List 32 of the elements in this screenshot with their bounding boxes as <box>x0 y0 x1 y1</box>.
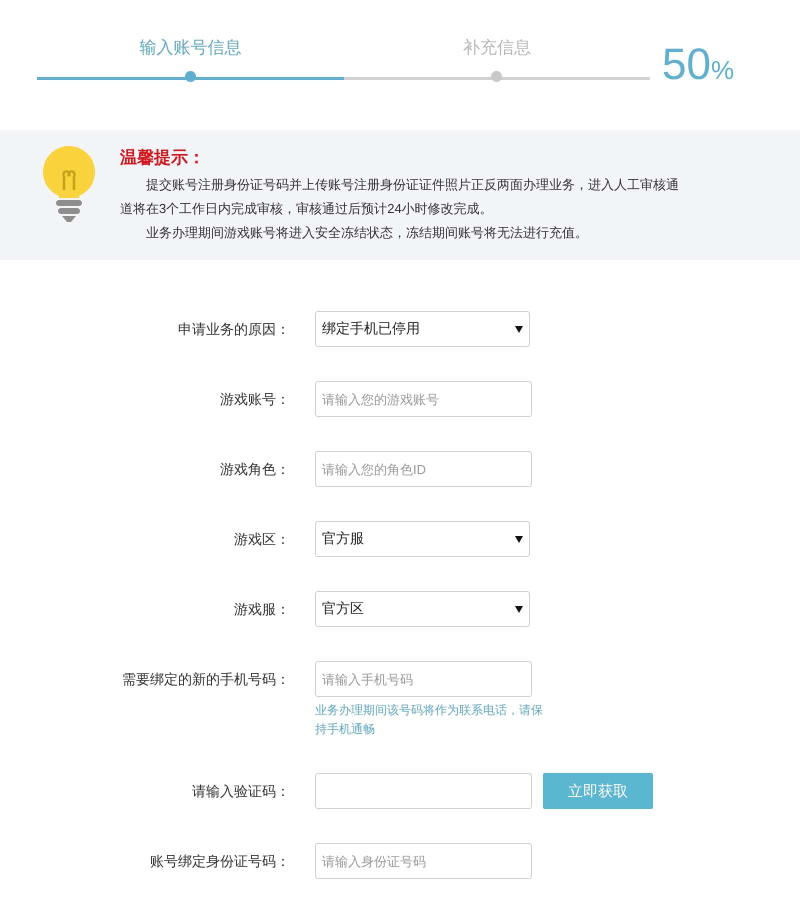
field-label: 申请业务的原因： <box>177 320 290 339</box>
step-label: 输入账号信息 <box>139 37 242 59</box>
dropdown-value: 官方区 <box>322 600 364 618</box>
dropdown-value: 绑定手机已停用 <box>322 320 420 338</box>
field-label: 账号绑定身份证号码： <box>149 852 290 871</box>
input-field[interactable]: 请输入身份证号码 <box>315 843 532 879</box>
field-label: 需要绑定的新的手机号码： <box>121 670 290 689</box>
field-hint: 业务办理期间该号码将作为联系电话，请保持手机通畅 <box>315 702 544 738</box>
input-field[interactable]: 请输入手机号码 <box>315 661 532 697</box>
field-label: 游戏账号： <box>219 390 290 409</box>
notice-paragraph: 提交账号注册身份证号码并上传账号注册身份证证件照片正反两面办理业务，进入人工审核通道将在3个工作日内完成审核，审核通过后预计24小时修改完成。 <box>120 176 680 218</box>
field-label: 游戏区： <box>233 530 290 549</box>
light-bulb-icon <box>40 146 98 224</box>
field-label: 请输入验证码： <box>191 782 290 801</box>
notice-title: 温馨提示： <box>120 147 206 169</box>
field-label: 游戏服： <box>233 600 290 619</box>
percent-unit: % <box>710 55 734 86</box>
field-label: 游戏角色： <box>219 460 290 479</box>
input-field[interactable]: 请输入您的游戏账号 <box>315 381 532 417</box>
dropdown-value: 官方服 <box>322 530 364 548</box>
step-dot <box>184 71 196 82</box>
caret-icon <box>515 326 523 332</box>
dropdown[interactable]: 官方服 <box>315 521 530 557</box>
step-label: 补充信息 <box>462 37 531 59</box>
notice-paragraph: 业务办理期间游戏账号将进入安全冻结状态，冻结期间账号将无法进行充值。 <box>145 224 589 242</box>
input-field[interactable]: 请输入您的角色ID <box>315 451 532 487</box>
dropdown[interactable]: 官方区 <box>315 591 530 627</box>
caret-icon <box>515 536 523 542</box>
caret-icon <box>515 606 523 612</box>
dropdown[interactable]: 绑定手机已停用 <box>315 311 530 347</box>
input-field[interactable] <box>315 773 532 809</box>
progress-percent: 50 <box>662 40 711 90</box>
